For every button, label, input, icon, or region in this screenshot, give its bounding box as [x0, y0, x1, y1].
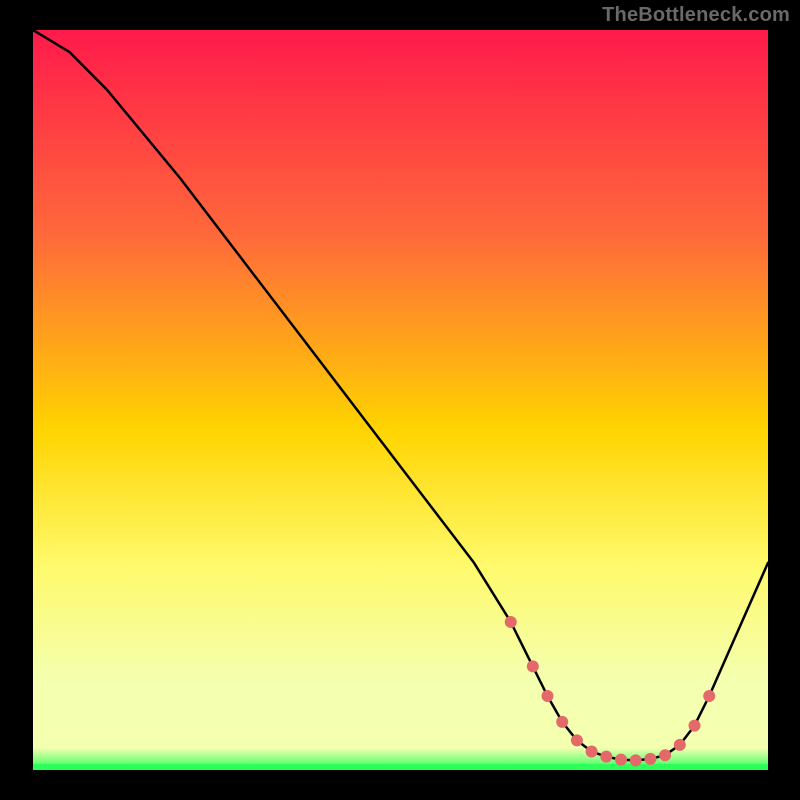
curve-marker: [615, 754, 627, 766]
curve-marker: [505, 616, 517, 628]
curve-marker: [644, 753, 656, 765]
curve-marker: [556, 716, 568, 728]
chart-svg: [0, 0, 800, 800]
curve-marker: [630, 754, 642, 766]
watermark-label: TheBottleneck.com: [602, 4, 790, 27]
curve-marker: [542, 690, 554, 702]
curve-marker: [689, 720, 701, 732]
curve-marker: [600, 751, 612, 763]
curve-marker: [659, 749, 671, 761]
curve-marker: [674, 739, 686, 751]
curve-marker: [527, 660, 539, 672]
curve-marker: [703, 690, 715, 702]
curve-marker: [586, 746, 598, 758]
chart-stage: TheBottleneck.com: [0, 0, 800, 800]
curve-marker: [571, 734, 583, 746]
